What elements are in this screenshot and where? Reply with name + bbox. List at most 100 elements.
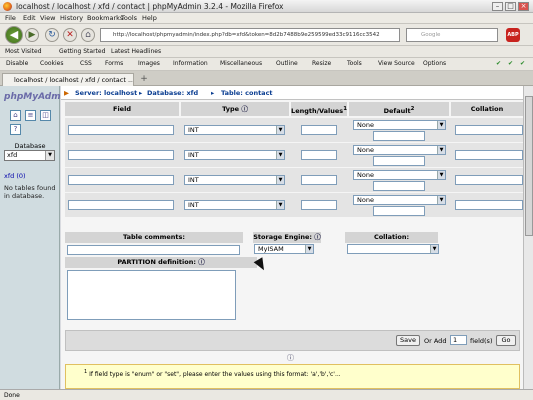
save-button[interactable]: Save [396, 335, 420, 346]
field-length-input[interactable] [301, 150, 337, 160]
menu-help[interactable]: Help [142, 14, 157, 22]
field-row: INT ▼ None ▼ [65, 143, 523, 167]
status-text: Done [4, 392, 20, 399]
add-fields-count-input[interactable]: 1 [450, 335, 467, 345]
go-button[interactable]: Go [496, 335, 516, 346]
breadcrumb-server[interactable]: Server: localhost [75, 89, 137, 97]
tab-phpmyadmin[interactable]: localhost / localhost / xfd / contact ..… [2, 73, 134, 86]
partition-definition-label: PARTITION definition: ⓘ [65, 257, 257, 268]
search-input[interactable]: Google [406, 28, 498, 42]
menu-edit[interactable]: Edit [23, 14, 36, 22]
footnote-marker: 1 [84, 369, 88, 375]
docs-icon[interactable]: ? [10, 124, 21, 135]
firefox-icon [3, 2, 12, 11]
field-collation-select[interactable] [455, 200, 523, 210]
menu-bookmarks[interactable]: Bookmarks [87, 14, 123, 22]
dev-cookies[interactable]: Cookies [40, 60, 64, 67]
help-icon[interactable]: ⓘ [314, 233, 321, 241]
table-comments-input[interactable] [67, 245, 240, 255]
dev-forms[interactable]: Forms [105, 60, 123, 67]
bookmark-getting-started[interactable]: Getting Started [59, 48, 105, 55]
field-name-input[interactable] [68, 200, 174, 210]
bookmark-most-visited[interactable]: Most Visited [5, 48, 42, 55]
field-default-select[interactable]: None ▼ [353, 170, 446, 180]
forward-button[interactable]: ▶ [25, 28, 39, 42]
home-icon[interactable]: ⌂ [10, 110, 21, 121]
menu-history[interactable]: History [60, 14, 83, 22]
field-default-select[interactable]: None ▼ [353, 145, 446, 155]
column-header-length: Length/Values1 [291, 102, 347, 116]
table-collation-select[interactable]: ▼ [347, 244, 439, 254]
field-type-select[interactable]: INT ▼ [184, 175, 285, 185]
bookmark-latest-headlines[interactable]: Latest Headlines [111, 48, 161, 55]
chevron-down-icon: ▼ [276, 151, 284, 159]
field-length-input[interactable] [301, 125, 337, 135]
vertical-scrollbar[interactable] [523, 86, 533, 389]
storage-engine-select[interactable]: MyISAM ▼ [254, 244, 314, 254]
field-default-value-input[interactable] [373, 131, 425, 141]
help-icon[interactable]: ⓘ [287, 353, 294, 363]
back-button[interactable]: ◀ [5, 26, 23, 44]
field-length-input[interactable] [301, 175, 337, 185]
field-name-input[interactable] [68, 125, 174, 135]
breadcrumb-database[interactable]: Database: xfd [147, 89, 198, 97]
field-default-value-input[interactable] [373, 181, 425, 191]
minimize-button[interactable]: – [492, 2, 503, 11]
field-default-value-input[interactable] [373, 156, 425, 166]
field-length-input[interactable] [301, 200, 337, 210]
field-type-select[interactable]: INT ▼ [184, 150, 285, 160]
breadcrumb-table[interactable]: Table: contact [221, 89, 273, 97]
dev-tools[interactable]: Tools [347, 60, 362, 67]
menu-file[interactable]: File [5, 14, 16, 22]
dev-view-source[interactable]: View Source [378, 60, 415, 67]
query-window-icon[interactable]: ◫ [40, 110, 51, 121]
dev-resize[interactable]: Resize [312, 60, 331, 67]
menu-view[interactable]: View [40, 14, 55, 22]
database-select[interactable]: xfd ▼ [4, 150, 55, 161]
dev-miscellaneous[interactable]: Miscellaneous [220, 60, 262, 67]
new-tab-button[interactable]: + [138, 74, 150, 85]
reload-button[interactable]: ↻ [45, 28, 59, 42]
field-name-input[interactable] [68, 175, 174, 185]
dev-outline[interactable]: Outline [276, 60, 298, 67]
stop-button[interactable]: ✕ [63, 28, 77, 42]
database-link[interactable]: xfd (0) [4, 172, 26, 180]
field-default-select[interactable]: None ▼ [353, 120, 446, 130]
field-default-select[interactable]: None ▼ [353, 195, 446, 205]
field-collation-select[interactable] [455, 150, 523, 160]
dev-information[interactable]: Information [173, 60, 208, 67]
maximize-button[interactable]: □ [505, 2, 516, 11]
chevron-down-icon: ▼ [437, 121, 445, 129]
field-row: INT ▼ None ▼ [65, 193, 523, 217]
field-type-select[interactable]: INT ▼ [184, 125, 285, 135]
field-collation-select[interactable] [455, 125, 523, 135]
arrow-icon: ▶ [64, 89, 69, 97]
scrollbar-thumb[interactable] [525, 96, 533, 236]
dev-disable[interactable]: Disable [6, 60, 28, 67]
partition-definition-textarea[interactable] [67, 270, 236, 320]
storage-engine-value: MyISAM [258, 245, 284, 253]
fields-label: field(s) [470, 337, 493, 345]
field-type-select[interactable]: INT ▼ [184, 200, 285, 210]
check-icon: ✔ [520, 60, 526, 67]
sql-query-icon[interactable]: ≡ [25, 110, 36, 121]
field-collation-select[interactable] [455, 175, 523, 185]
help-icon[interactable]: ⓘ [241, 105, 248, 113]
window-title: localhost / localhost / xfd / contact | … [16, 2, 284, 11]
no-tables-message: No tables found in database. [4, 184, 56, 200]
url-bar[interactable]: http://localhost/phpmyadmin/index.php?db… [100, 28, 400, 42]
close-window-button[interactable]: × [518, 2, 529, 11]
field-name-input[interactable] [68, 150, 174, 160]
check-icon: ✔ [508, 60, 514, 67]
dev-images[interactable]: Images [138, 60, 160, 67]
column-header-default: Default2 [349, 102, 449, 116]
field-default-value-input[interactable] [373, 206, 425, 216]
help-icon[interactable]: ⓘ [198, 258, 205, 266]
adblock-icon[interactable]: ABP [506, 28, 520, 42]
dev-css[interactable]: CSS [80, 60, 92, 67]
menu-tools[interactable]: Tools [121, 14, 137, 22]
dev-options[interactable]: Options [423, 60, 446, 67]
chevron-down-icon: ▼ [437, 146, 445, 154]
actions-bar: Save Or Add 1 field(s) Go [65, 330, 520, 351]
home-button[interactable]: ⌂ [81, 28, 95, 42]
